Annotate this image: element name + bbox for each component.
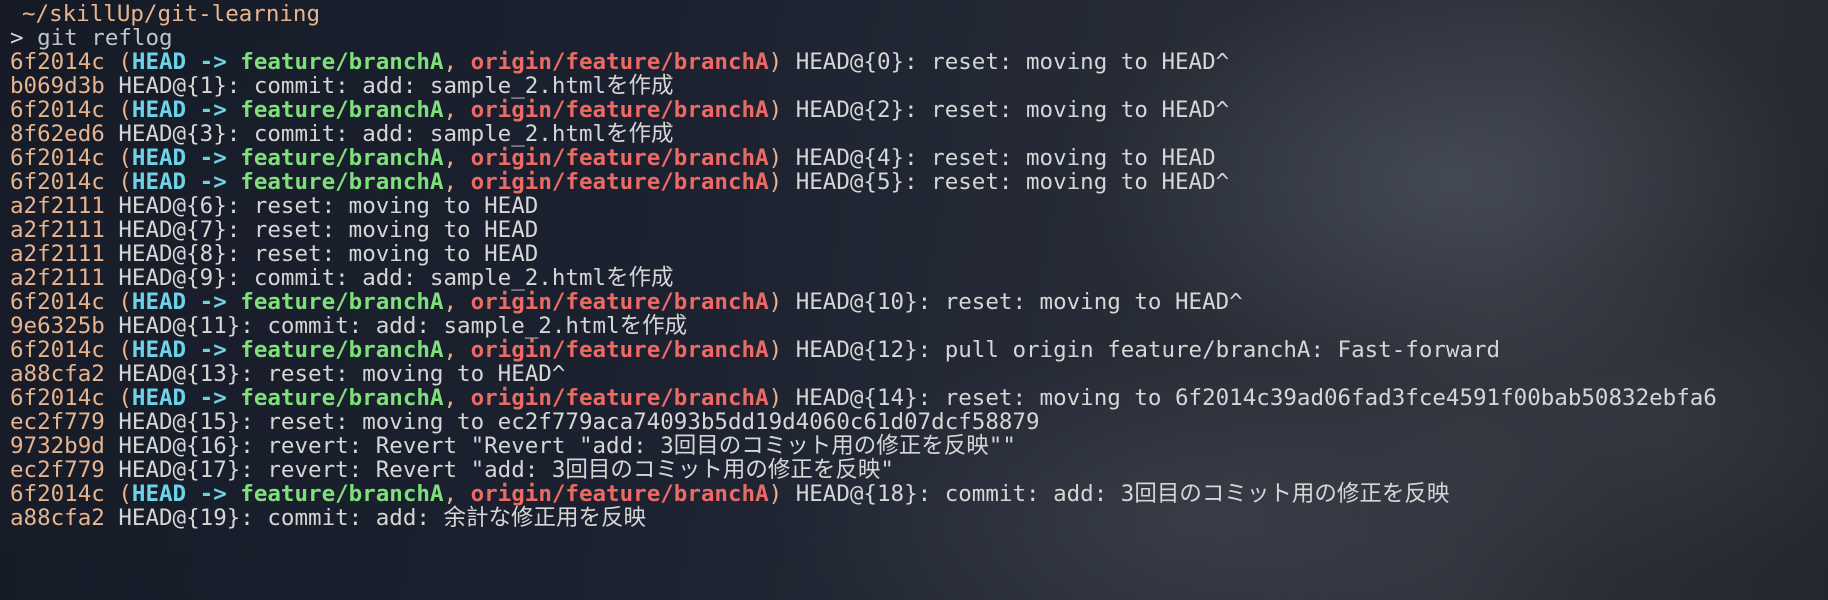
reflog-message: HEAD@{19}: commit: add: 余計な修正用を反映 [118,505,646,531]
decoration-close-paren: ) [768,481,783,507]
reflog-message: HEAD@{12}: pull origin feature/branchA: … [795,337,1501,363]
reflog-message: HEAD@{5}: reset: moving to HEAD^ [795,169,1230,195]
decoration-close-paren: ) [768,49,783,75]
commit-hash: a88cfa2 [10,505,105,531]
decoration-close-paren: ) [768,337,783,363]
reflog-message: HEAD@{10}: reset: moving to HEAD^ [795,289,1243,315]
reflog-line: a88cfa2 HEAD@{19}: commit: add: 余計な修正用を反… [10,504,646,532]
reflog-message: HEAD@{18}: commit: add: 3回目のコミット用の修正を反映 [795,481,1450,507]
reflog-message: HEAD@{0}: reset: moving to HEAD^ [795,49,1230,75]
reflog-message: HEAD@{2}: reset: moving to HEAD^ [795,97,1230,123]
decoration-close-paren: ) [768,169,783,195]
decoration-close-paren: ) [768,289,783,315]
terminal-window[interactable]: ~/skillUp/git-learning > git reflog 6f20… [0,0,1828,600]
decoration-close-paren: ) [768,97,783,123]
